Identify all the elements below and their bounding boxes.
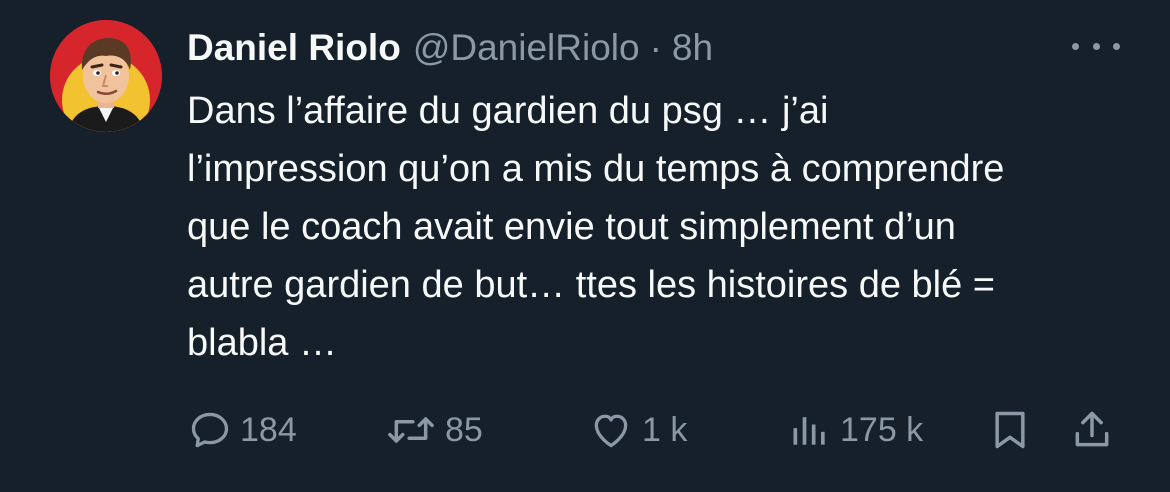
reply-icon xyxy=(191,412,229,448)
timestamp[interactable]: 8h xyxy=(672,26,713,70)
analytics-icon xyxy=(793,417,825,445)
tweet-text-line: l’impression qu’on a mis du temps à comp… xyxy=(187,148,1005,190)
reply-button[interactable]: 184 xyxy=(188,400,297,460)
bookmark-icon xyxy=(995,411,1025,449)
tweet: Daniel Riolo @DanielRiolo · 8h Dans l’af… xyxy=(0,0,1170,492)
action-bar: 184 85 1 k 175 k xyxy=(0,400,1170,460)
tweet-text-line: autre gardien de but… ttes les histoires… xyxy=(187,264,995,306)
tweet-text: Dans l’affaire du gardien du psg … j’ai … xyxy=(187,82,1147,372)
views-count: 175 k xyxy=(840,410,924,449)
share-icon xyxy=(1075,411,1109,447)
like-button[interactable]: 1 k xyxy=(588,400,687,460)
tweet-text-line: Dans l’affaire du gardien du psg … j’ai xyxy=(187,90,829,132)
retweet-count: 85 xyxy=(445,410,483,449)
share-button[interactable] xyxy=(1070,400,1114,460)
user-handle[interactable]: @DanielRiolo xyxy=(413,26,640,70)
more-dot xyxy=(1072,42,1079,50)
separator-dot: · xyxy=(649,27,662,68)
more-dot xyxy=(1092,42,1100,50)
display-name[interactable]: Daniel Riolo xyxy=(187,26,401,70)
more-dot xyxy=(1113,42,1120,50)
caricature-avatar-icon xyxy=(50,20,162,132)
reply-count: 184 xyxy=(240,410,297,449)
avatar[interactable] xyxy=(50,20,162,132)
views-button[interactable]: 175 k xyxy=(788,400,923,460)
more-options-icon[interactable] xyxy=(1072,36,1120,56)
like-count: 1 k xyxy=(642,410,688,449)
retweet-button[interactable]: 85 xyxy=(385,400,483,460)
tweet-text-line: que le coach avait envie tout simplement… xyxy=(187,206,956,248)
bookmark-button[interactable] xyxy=(988,400,1032,460)
tweet-text-line: blabla … xyxy=(187,322,337,364)
tweet-header: Daniel Riolo @DanielRiolo · 8h xyxy=(187,26,713,70)
heart-icon xyxy=(594,414,628,448)
retweet-icon xyxy=(388,417,434,443)
